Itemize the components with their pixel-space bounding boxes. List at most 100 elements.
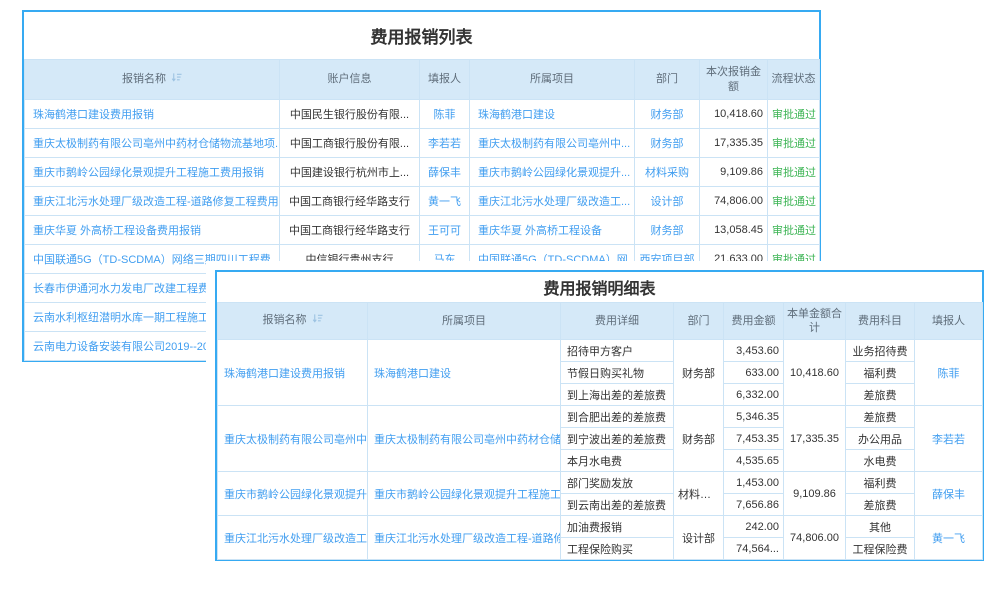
project-link[interactable]: 重庆华夏 外高桥工程设备 [470, 216, 635, 245]
col-header-status: 流程状态 [768, 60, 820, 100]
expense-detail-cell: 部门奖励发放 [561, 472, 674, 494]
table-row: 珠海鹤港口建设费用报销 中国民生银行股份有限... 陈菲 珠海鹤港口建设 财务部… [25, 100, 820, 129]
amount-cell: 17,335.35 [700, 129, 768, 158]
filler-link[interactable]: 陈菲 [420, 100, 470, 129]
expense-detail-header-row: 报销名称 所属项目 费用详细 部门 费用金额 本单金额合计 费用科目 填报人 [218, 303, 983, 340]
reimburse-name-link[interactable]: 重庆市鹅岭公园绿化景观提升工程施工费用报销 [218, 472, 368, 516]
table-row: 重庆江北污水处理厂级改造工程-道路修复工程费用报销 重庆江北污水处理厂级改造工程… [218, 516, 983, 538]
reimburse-name-link[interactable]: 重庆江北污水处理厂级改造工程-道路修复工程费用报销 [218, 516, 368, 560]
col-header-expense-detail: 费用详细 [561, 303, 674, 340]
table-row: 重庆江北污水处理厂级改造工程-道路修复工程费用... 中国工商银行经华路支行 黄… [25, 187, 820, 216]
status-badge: 审批通过 [768, 216, 820, 245]
account-cell: 中国工商银行股份有限... [280, 129, 420, 158]
col-header-label: 报销名称 [122, 73, 166, 85]
filler-link[interactable]: 王可可 [420, 216, 470, 245]
expense-detail-cell: 到宁波出差的差旅费 [561, 428, 674, 450]
dept-link[interactable]: 财务部 [635, 129, 700, 158]
project-link[interactable]: 重庆市鹅岭公园绿化景观提升... [470, 158, 635, 187]
amount-cell: 13,058.45 [700, 216, 768, 245]
total-amount-cell: 9,109.86 [784, 472, 846, 516]
amount-cell: 10,418.60 [700, 100, 768, 129]
amount-cell: 7,656.86 [724, 494, 784, 516]
status-badge: 审批通过 [768, 129, 820, 158]
status-badge: 审批通过 [768, 100, 820, 129]
reimburse-name-link[interactable]: 重庆江北污水处理厂级改造工程-道路修复工程费用... [25, 187, 280, 216]
account-cell: 中国建设银行杭州市上... [280, 158, 420, 187]
sort-icon[interactable] [312, 313, 323, 328]
col-header-filler: 填报人 [915, 303, 983, 340]
filler-link[interactable]: 薛保丰 [915, 472, 983, 516]
reimburse-name-link[interactable]: 重庆华夏 外高桥工程设备费用报销 [25, 216, 280, 245]
amount-cell: 4,535.65 [724, 450, 784, 472]
page: 费用报销列表 报销名称 账户信息 填报人 所属项目 部门 本次报销金额 流程状态 [0, 0, 1000, 600]
expense-list-header-row: 报销名称 账户信息 填报人 所属项目 部门 本次报销金额 流程状态 [25, 60, 820, 100]
col-header-reimburse-name[interactable]: 报销名称 [25, 60, 280, 100]
amount-cell: 633.00 [724, 362, 784, 384]
filler-link[interactable]: 李若若 [915, 406, 983, 472]
project-link[interactable]: 重庆市鹅岭公园绿化景观提升工程施工 [368, 472, 561, 516]
category-cell: 工程保险费 [846, 538, 915, 560]
dept-link[interactable]: 财务部 [635, 100, 700, 129]
category-cell: 差旅费 [846, 406, 915, 428]
dept-cell: 材料采购 [674, 472, 724, 516]
expense-detail-cell: 本月水电费 [561, 450, 674, 472]
amount-cell: 1,453.00 [724, 472, 784, 494]
reimburse-name-link[interactable]: 珠海鹤港口建设费用报销 [25, 100, 280, 129]
category-cell: 其他 [846, 516, 915, 538]
account-cell: 中国民生银行股份有限... [280, 100, 420, 129]
reimburse-name-link[interactable]: 重庆太极制药有限公司亳州中药材仓储物流基地项目费用报销 [218, 406, 368, 472]
table-row: 珠海鹤港口建设费用报销 珠海鹤港口建设 招待甲方客户 财务部 3,453.60 … [218, 340, 983, 362]
dept-link[interactable]: 财务部 [635, 216, 700, 245]
total-amount-cell: 17,335.35 [784, 406, 846, 472]
amount-cell: 5,346.35 [724, 406, 784, 428]
filler-link[interactable]: 薛保丰 [420, 158, 470, 187]
expense-detail-window: 费用报销明细表 报销名称 所属项目 费用详细 部门 费用金额 本单金额合计 费用… [215, 270, 984, 561]
total-amount-cell: 10,418.60 [784, 340, 846, 406]
filler-link[interactable]: 陈菲 [915, 340, 983, 406]
reimburse-name-link[interactable]: 重庆市鹅岭公园绿化景观提升工程施工费用报销 [25, 158, 280, 187]
col-header-account: 账户信息 [280, 60, 420, 100]
category-cell: 差旅费 [846, 384, 915, 406]
expense-detail-cell: 加油费报销 [561, 516, 674, 538]
filler-link[interactable]: 黄一飞 [915, 516, 983, 560]
amount-cell: 242.00 [724, 516, 784, 538]
filler-link[interactable]: 黄一飞 [420, 187, 470, 216]
col-header-dept: 部门 [635, 60, 700, 100]
dept-cell: 财务部 [674, 406, 724, 472]
category-cell: 差旅费 [846, 494, 915, 516]
col-header-label: 报销名称 [263, 314, 307, 326]
amount-cell: 3,453.60 [724, 340, 784, 362]
col-header-filler: 填报人 [420, 60, 470, 100]
dept-link[interactable]: 设计部 [635, 187, 700, 216]
table-row: 重庆太极制药有限公司亳州中药材仓储物流基地项... 中国工商银行股份有限... … [25, 129, 820, 158]
category-cell: 业务招待费 [846, 340, 915, 362]
expense-detail-cell: 到合肥出差的差旅费 [561, 406, 674, 428]
dept-cell: 设计部 [674, 516, 724, 560]
project-link[interactable]: 重庆江北污水处理厂级改造工程-道路修复工程 [368, 516, 561, 560]
col-header-project: 所属项目 [368, 303, 561, 340]
status-badge: 审批通过 [768, 158, 820, 187]
project-link[interactable]: 珠海鹤港口建设 [470, 100, 635, 129]
category-cell: 水电费 [846, 450, 915, 472]
expense-detail-title: 费用报销明细表 [217, 272, 982, 302]
project-link[interactable]: 重庆太极制药有限公司亳州中药材仓储物流基地项目 [368, 406, 561, 472]
project-link[interactable]: 珠海鹤港口建设 [368, 340, 561, 406]
reimburse-name-link[interactable]: 珠海鹤港口建设费用报销 [218, 340, 368, 406]
expense-detail-cell: 到云南出差的差旅费 [561, 494, 674, 516]
project-link[interactable]: 重庆太极制药有限公司亳州中... [470, 129, 635, 158]
amount-cell: 7,453.35 [724, 428, 784, 450]
expense-detail-cell: 招待甲方客户 [561, 340, 674, 362]
project-link[interactable]: 重庆江北污水处理厂级改造工... [470, 187, 635, 216]
table-row: 重庆市鹅岭公园绿化景观提升工程施工费用报销 中国建设银行杭州市上... 薛保丰 … [25, 158, 820, 187]
col-header-reimburse-name[interactable]: 报销名称 [218, 303, 368, 340]
category-cell: 福利费 [846, 472, 915, 494]
category-cell: 办公用品 [846, 428, 915, 450]
filler-link[interactable]: 李若若 [420, 129, 470, 158]
reimburse-name-link[interactable]: 重庆太极制药有限公司亳州中药材仓储物流基地项... [25, 129, 280, 158]
sort-icon[interactable] [171, 72, 182, 87]
table-row: 重庆华夏 外高桥工程设备费用报销 中国工商银行经华路支行 王可可 重庆华夏 外高… [25, 216, 820, 245]
amount-cell: 6,332.00 [724, 384, 784, 406]
account-cell: 中国工商银行经华路支行 [280, 187, 420, 216]
dept-link[interactable]: 材料采购 [635, 158, 700, 187]
col-header-total-amount: 本单金额合计 [784, 303, 846, 340]
